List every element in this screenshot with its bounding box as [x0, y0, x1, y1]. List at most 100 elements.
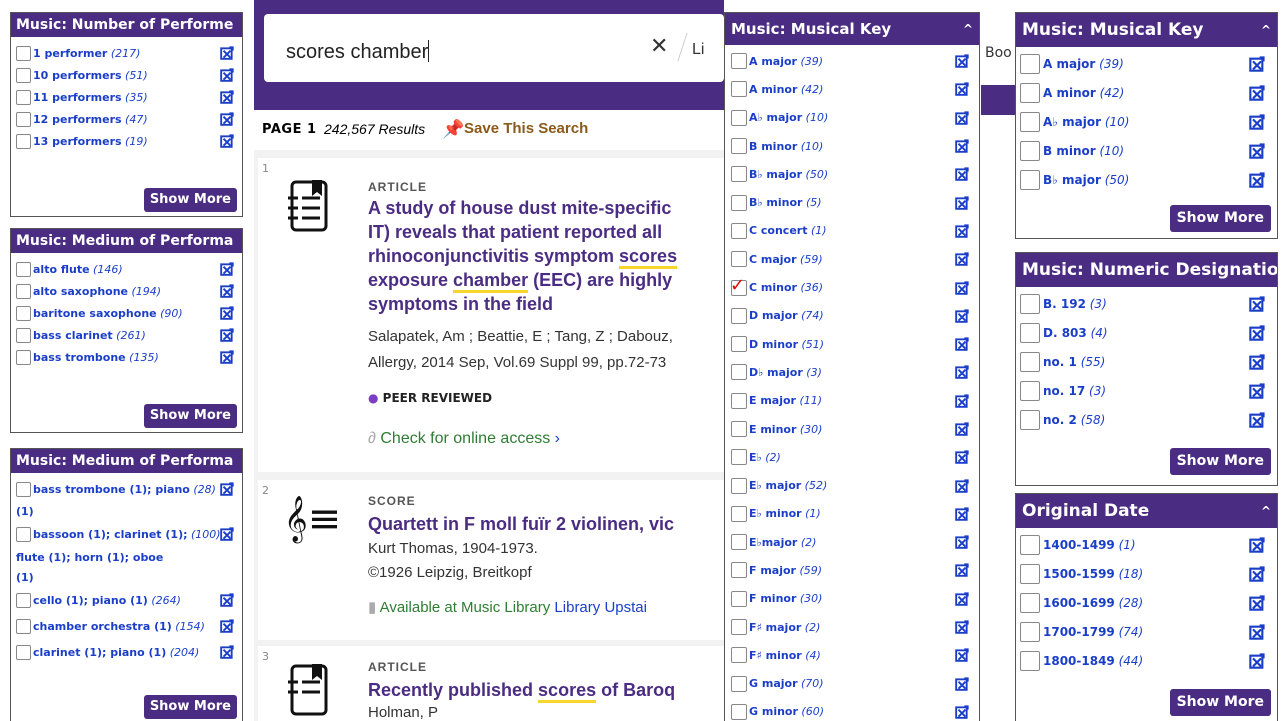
exclude-icon[interactable]	[1249, 324, 1265, 341]
facet-checkbox[interactable]	[16, 133, 31, 149]
save-search-button[interactable]: Save This Search	[464, 120, 588, 137]
exclude-icon[interactable]	[955, 592, 969, 606]
exclude-icon[interactable]	[955, 54, 969, 68]
facet-item-label[interactable]: bass clarinet (261)	[33, 329, 146, 342]
facet-checkbox[interactable]	[1020, 592, 1040, 613]
facet-checkbox[interactable]	[16, 327, 31, 343]
facet-item[interactable]: E major (11)	[725, 387, 979, 415]
exclude-icon[interactable]	[1249, 113, 1265, 130]
exclude-icon[interactable]	[1249, 142, 1265, 159]
facet-item-label[interactable]: baritone saxophone (90)	[33, 307, 183, 320]
facet-header[interactable]: Music: Medium of Performa	[11, 229, 242, 253]
collapse-caret-icon[interactable]: ^	[1261, 23, 1277, 37]
facet-item[interactable]: 1400-1499 (1)	[1016, 530, 1277, 559]
facet-item-label[interactable]: E♭ major (52)	[749, 479, 827, 492]
facet-item[interactable]: chamber orchestra (1) (154)	[11, 613, 242, 639]
facet-checkbox[interactable]	[16, 526, 31, 542]
facet-item[interactable]: B♭ minor (5)	[725, 188, 979, 216]
facet-item-label[interactable]: alto flute (146)	[33, 263, 123, 276]
facet-checkbox[interactable]	[731, 703, 747, 720]
search-input[interactable]: scores chamber	[286, 40, 430, 64]
facet-item[interactable]: 11 performers (35)	[11, 86, 242, 108]
exclude-icon[interactable]	[1249, 382, 1265, 399]
facet-item[interactable]: G minor (60)	[725, 698, 979, 721]
facet-item-label[interactable]: B♭ major (50)	[749, 168, 828, 181]
facet-item-label[interactable]: no. 1 (55)	[1043, 355, 1105, 369]
facet-item[interactable]: cello (1); piano (1) (264)	[11, 587, 242, 613]
exclude-icon[interactable]	[1249, 55, 1265, 72]
facet-item-label[interactable]: 1700-1799 (74)	[1043, 625, 1143, 639]
show-more-button[interactable]: Show More	[143, 404, 237, 428]
facet-item[interactable]: A♭ major (10)	[725, 104, 979, 132]
facet-item[interactable]: bass trombone (135)	[11, 346, 242, 368]
facet-checkbox[interactable]	[731, 392, 747, 409]
facet-item[interactable]: clarinet (1); piano (1) (204)	[11, 639, 242, 665]
facet-checkbox[interactable]	[1020, 351, 1040, 372]
facet-checkbox[interactable]	[731, 194, 747, 211]
facet-checkbox[interactable]	[731, 166, 747, 183]
result-title[interactable]: A study of house dust mite-specific IT) …	[368, 196, 724, 316]
exclude-icon[interactable]	[1249, 565, 1265, 582]
exclude-icon[interactable]	[955, 195, 969, 210]
exclude-icon[interactable]	[220, 350, 234, 364]
facet-item[interactable]: 1700-1799 (74)	[1016, 617, 1277, 646]
facet-item[interactable]: 13 performers (19)	[11, 130, 242, 152]
facet-item[interactable]: bass clarinet (261)	[11, 324, 242, 346]
collapse-caret-icon[interactable]: ^	[1261, 504, 1277, 518]
clear-search-icon[interactable]: ✕	[650, 34, 668, 59]
facet-item-label[interactable]: C major (59)	[749, 253, 823, 266]
facet-item-label[interactable]: F minor (30)	[749, 592, 822, 605]
exclude-icon[interactable]	[955, 139, 969, 153]
exclude-icon[interactable]	[955, 705, 969, 719]
location-link[interactable]: Library Upstai	[554, 599, 647, 616]
exclude-icon[interactable]	[955, 82, 969, 97]
facet-item-label[interactable]: 1500-1599 (18)	[1043, 567, 1143, 581]
facet-item-label[interactable]: 11 performers (35)	[33, 91, 148, 104]
facet-item[interactable]: A minor (42)	[725, 75, 979, 103]
facet-item[interactable]: D♭ major (3)	[725, 358, 979, 386]
exclude-icon[interactable]	[955, 309, 969, 323]
facet-item[interactable]: 10 performers (51)	[11, 64, 242, 86]
pin-icon[interactable]: 📌	[442, 119, 464, 140]
facet-item-label[interactable]: bassoon (1); clarinet (1); (100)	[33, 528, 221, 541]
facet-item-label[interactable]: D. 803 (4)	[1043, 326, 1108, 340]
exclude-icon[interactable]	[1249, 652, 1265, 669]
facet-header[interactable]: Music: Medium of Performa	[11, 449, 242, 473]
facet-checkbox[interactable]: ✓	[730, 275, 747, 296]
facet-item-label[interactable]: E♭ (2)	[749, 451, 781, 464]
facet-item[interactable]: A minor (42)	[1016, 78, 1277, 107]
facet-checkbox[interactable]	[731, 53, 747, 70]
facet-item-label[interactable]: 1800-1849 (44)	[1043, 654, 1143, 668]
exclude-icon[interactable]	[220, 593, 234, 607]
facet-item-label[interactable]: E♭ minor (1)	[749, 507, 821, 520]
facet-checkbox[interactable]	[1020, 293, 1040, 314]
facet-checkbox[interactable]	[731, 336, 747, 353]
facet-item-label[interactable]: bass trombone (1); piano (28)	[33, 483, 216, 496]
result-title[interactable]: Quartett in F moll fuïr 2 violinen, vic	[368, 512, 724, 536]
facet-item[interactable]: bass trombone (1); piano (28)	[11, 477, 242, 501]
facet-item[interactable]: no. 1 (55)	[1016, 347, 1277, 376]
facet-item-label[interactable]: G minor (60)	[749, 705, 824, 718]
facet-item[interactable]: C major (59)	[725, 245, 979, 273]
exclude-icon[interactable]	[220, 134, 234, 148]
facet-item[interactable]: bassoon (1); clarinet (1); (100)	[11, 521, 242, 547]
facet-header[interactable]: Music: Musical Key ^	[725, 13, 979, 45]
facet-item-label[interactable]: no. 2 (58)	[1043, 413, 1105, 427]
facet-checkbox[interactable]	[16, 89, 31, 105]
facet-item-label[interactable]: D♭ major (3)	[749, 366, 822, 379]
exclude-icon[interactable]	[220, 645, 234, 659]
facet-item[interactable]: D. 803 (4)	[1016, 318, 1277, 347]
facet-item-label[interactable]: 10 performers (51)	[33, 69, 148, 82]
facet-item-label[interactable]: B minor (10)	[1043, 144, 1124, 158]
facet-item[interactable]: D minor (51)	[725, 330, 979, 358]
facet-item-label[interactable]: B. 192 (3)	[1043, 297, 1107, 311]
facet-item[interactable]: D major (74)	[725, 302, 979, 330]
facet-item-label[interactable]: no. 17 (3)	[1043, 384, 1106, 398]
facet-item[interactable]: E♭ major (52)	[725, 471, 979, 499]
facet-checkbox[interactable]	[1020, 621, 1040, 642]
exclude-icon[interactable]	[220, 306, 234, 320]
exclude-icon[interactable]	[1249, 594, 1265, 611]
facet-item[interactable]: ✓ C minor (36)	[725, 273, 979, 301]
facet-item-label[interactable]: C minor (36)	[749, 281, 823, 294]
facet-item[interactable]: B♭ major (50)	[1016, 165, 1277, 194]
